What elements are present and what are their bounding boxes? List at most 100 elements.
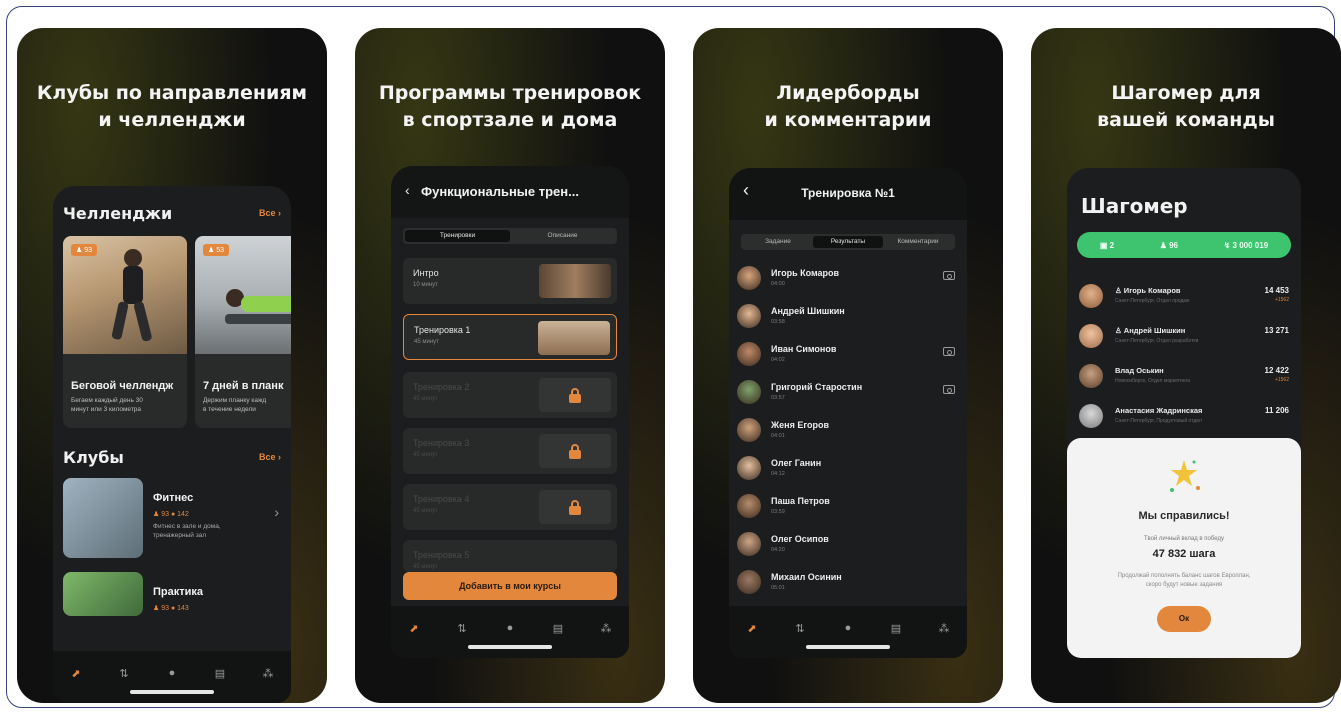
tab-bar: ⬈ ⇅ ● ▤ ⁂ bbox=[729, 606, 967, 658]
camera-icon[interactable] bbox=[943, 271, 955, 280]
lesson-item-locked[interactable]: Тренировка 2 45 минут bbox=[403, 372, 617, 418]
clubs-see-all-link[interactable]: Все › bbox=[259, 452, 281, 462]
tab-profile-icon[interactable]: ● bbox=[161, 665, 183, 681]
ok-button[interactable]: Ок bbox=[1157, 606, 1211, 632]
participant-name: Олег Осипов bbox=[771, 534, 829, 544]
pedometer-title: Шагомер bbox=[1081, 194, 1188, 218]
challenge-card-plank[interactable]: ♟ 53 7 дней в планк Держим планку кажд в… bbox=[195, 236, 291, 428]
members-count: ♟ 96 bbox=[1159, 240, 1178, 250]
tab-bar: ⬈ ⇅ ● ▤ ⁂ bbox=[53, 651, 291, 703]
tab-home-icon[interactable]: ⬈ bbox=[741, 620, 763, 636]
add-to-courses-button[interactable]: Добавить в мои курсы bbox=[403, 572, 617, 600]
tab-profile-icon[interactable]: ● bbox=[499, 620, 521, 636]
avatar bbox=[737, 266, 761, 290]
lock-icon bbox=[569, 444, 581, 459]
teams-count: ▣ 2 bbox=[1099, 240, 1115, 250]
panel-title: Шагомер для вашей команды bbox=[1097, 82, 1275, 131]
participant-time: 05:01 bbox=[771, 585, 785, 591]
tab-document-icon[interactable]: ▤ bbox=[209, 665, 231, 681]
lock-icon bbox=[569, 500, 581, 515]
tab-document-icon[interactable]: ▤ bbox=[547, 620, 569, 636]
tab-team-icon[interactable]: ⁂ bbox=[595, 620, 617, 636]
participant-time: 04:01 bbox=[771, 433, 785, 439]
camera-icon[interactable] bbox=[943, 385, 955, 394]
step-leader-row[interactable]: ♙ Игорь Комаров Санкт-Петербург, Отдел п… bbox=[1075, 278, 1293, 318]
lesson-item[interactable]: Интро 10 минут bbox=[403, 258, 617, 304]
challenge-participants-badge: ♟ 93 bbox=[71, 244, 98, 256]
challenge-card-running[interactable]: ♟ 93 Беговой челлендж Бегаем каждый день… bbox=[63, 236, 187, 428]
step-leader-row[interactable]: ♙ Андрей Шишкин Санкт-Петербург, Отдел р… bbox=[1075, 318, 1293, 358]
lesson-duration: 10 минут bbox=[413, 282, 438, 288]
club-image bbox=[63, 572, 143, 616]
program-title: Функциональные трен... bbox=[421, 184, 579, 199]
chevron-right-icon: › bbox=[274, 504, 279, 520]
tab-home-icon[interactable]: ⬈ bbox=[403, 620, 425, 636]
avatar bbox=[737, 456, 761, 480]
lesson-item-locked[interactable]: Тренировка 5 45 минут bbox=[403, 540, 617, 572]
step-leader-row[interactable]: Влад Оськин Новосибирск, Отдел маркетинг… bbox=[1075, 358, 1293, 398]
tab-home-icon[interactable]: ⬈ bbox=[65, 665, 87, 681]
participant-time: 04:12 bbox=[771, 471, 785, 477]
tab-profile-icon[interactable]: ● bbox=[837, 620, 859, 636]
home-indicator bbox=[130, 690, 214, 694]
leader-location: Санкт-Петербург, Отдел разработки bbox=[1115, 338, 1199, 344]
lesson-title: Интро bbox=[413, 268, 439, 278]
segment-task[interactable]: Задание bbox=[743, 236, 813, 248]
leader-name: ♙ Игорь Комаров bbox=[1115, 286, 1181, 295]
participant-name: Олег Ганин bbox=[771, 458, 822, 468]
leaderboard-row[interactable]: Женя Егоров 04:01 bbox=[729, 412, 967, 450]
panel-programs: Программы тренировок в спортзале и дома … bbox=[355, 28, 665, 703]
modal-note: Продолжай пополнять баланс шагов Европла… bbox=[1117, 573, 1251, 588]
leaderboard-row[interactable]: Андрей Шишкин 03:58 bbox=[729, 298, 967, 336]
participant-time: 03:58 bbox=[771, 319, 785, 325]
leader-name: Анастасия Жадринская bbox=[1115, 406, 1203, 415]
leader-steps-delta: +1562 bbox=[1274, 297, 1289, 303]
participant-name: Андрей Шишкин bbox=[771, 306, 845, 316]
segment-description[interactable]: Описание bbox=[510, 230, 615, 242]
avatar bbox=[1079, 364, 1103, 388]
lesson-item-selected[interactable]: Тренировка 1 45 минут bbox=[403, 314, 617, 360]
lock-box bbox=[539, 490, 611, 524]
participant-name: Женя Егоров bbox=[771, 420, 829, 430]
lesson-item-locked[interactable]: Тренировка 4 45 минут bbox=[403, 484, 617, 530]
tab-activity-icon[interactable]: ⇅ bbox=[113, 665, 135, 681]
camera-icon[interactable] bbox=[943, 347, 955, 356]
tab-team-icon[interactable]: ⁂ bbox=[933, 620, 955, 636]
leaderboard-row[interactable]: Григорий Старостин 03:57 bbox=[729, 374, 967, 412]
tab-document-icon[interactable]: ▤ bbox=[885, 620, 907, 636]
leaderboard-row[interactable]: Олег Ганин 04:12 bbox=[729, 450, 967, 488]
leader-name: ♙ Андрей Шишкин bbox=[1115, 326, 1186, 335]
lesson-item-locked[interactable]: Тренировка 3 45 минут bbox=[403, 428, 617, 474]
steps-total: ↯ 3 000 019 bbox=[1223, 240, 1269, 250]
leader-steps: 14 453 bbox=[1264, 286, 1289, 295]
participant-name: Игорь Комаров bbox=[771, 268, 840, 278]
leader-location: Санкт-Петербург, Продуктовый отдел bbox=[1115, 418, 1202, 424]
participant-time: 04:20 bbox=[771, 547, 785, 553]
leaderboard-row[interactable]: Олег Осипов 04:20 bbox=[729, 526, 967, 564]
segment-results[interactable]: Результаты bbox=[813, 236, 883, 248]
leaderboard-row[interactable]: Игорь Комаров 04:00 bbox=[729, 260, 967, 298]
back-arrow-icon[interactable]: ‹ bbox=[405, 182, 410, 198]
lesson-thumbnail bbox=[539, 264, 611, 298]
participant-name: Паша Петров bbox=[771, 496, 830, 506]
leader-location: Санкт-Петербург, Отдел продаж bbox=[1115, 298, 1190, 304]
lock-box bbox=[539, 378, 611, 412]
club-item-practice[interactable]: Практика ♟ 93 ● 143 bbox=[53, 572, 291, 662]
avatar bbox=[737, 342, 761, 366]
segment-comments[interactable]: Комментарии bbox=[883, 236, 953, 248]
leaderboard-row[interactable]: Паша Петров 03:59 bbox=[729, 488, 967, 526]
tab-activity-icon[interactable]: ⇅ bbox=[789, 620, 811, 636]
tab-bar: ⬈ ⇅ ● ▤ ⁂ bbox=[391, 606, 629, 658]
lesson-duration: 45 минут bbox=[413, 452, 438, 458]
tab-activity-icon[interactable]: ⇅ bbox=[451, 620, 473, 636]
participant-time: 04:02 bbox=[771, 357, 785, 363]
leaderboard-row[interactable]: Михаил Осинин 05:01 bbox=[729, 564, 967, 602]
step-leader-row[interactable]: Анастасия Жадринская Санкт-Петербург, Пр… bbox=[1075, 398, 1293, 438]
lesson-duration: 45 минут bbox=[413, 508, 438, 514]
club-item-fitness[interactable]: Фитнес ♟ 93 ● 142 Фитнес в зале и дома, … bbox=[53, 478, 291, 568]
segment-trainings[interactable]: Тренировки bbox=[405, 230, 510, 242]
lesson-title: Тренировка 2 bbox=[413, 382, 470, 392]
challenges-see-all-link[interactable]: Все › bbox=[259, 208, 281, 218]
tab-team-icon[interactable]: ⁂ bbox=[257, 665, 279, 681]
leaderboard-row[interactable]: Иван Симонов 04:02 bbox=[729, 336, 967, 374]
